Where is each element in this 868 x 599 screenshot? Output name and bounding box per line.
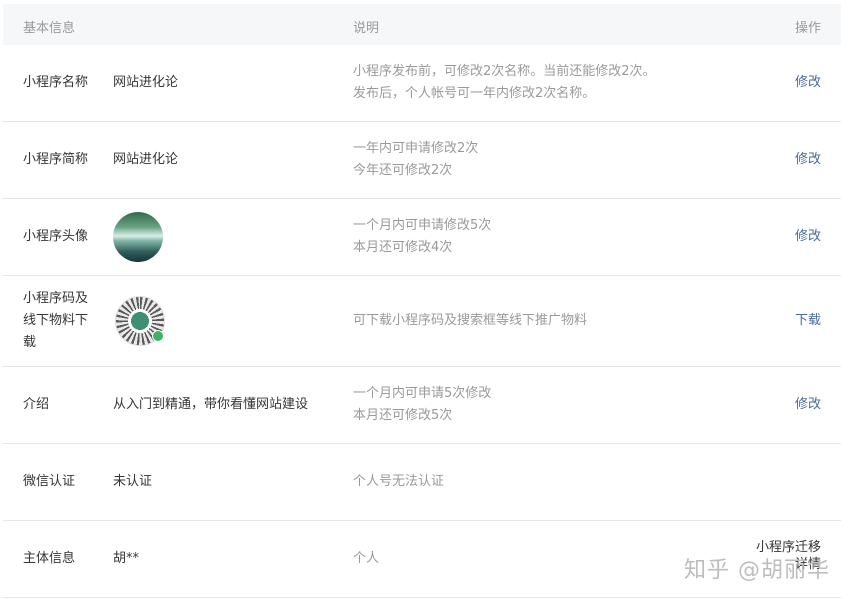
desc-line: 个人号无法认证: [353, 474, 445, 489]
row-label: 介绍: [23, 397, 50, 412]
desc-line: 本月还可修改5次: [353, 408, 453, 423]
row-value: 网站进化论: [113, 152, 179, 167]
row-value: 胡**: [113, 551, 140, 566]
row-miniprogram-code: 小程序码及 线下物料下 载 可下载小程序码及搜索框等线下推广物料 下载: [3, 276, 841, 367]
avatar-image: [113, 212, 163, 262]
desc-line: 一个月内可申请5次修改: [353, 386, 492, 401]
desc-line: 可下载小程序码及搜索框等线下推广物料: [353, 313, 588, 328]
desc-line: 一年内可申请修改2次: [353, 141, 479, 156]
download-link[interactable]: 下载: [795, 310, 821, 332]
desc-line: 一个月内可申请修改5次: [353, 218, 492, 233]
desc-line: 本月还可修改4次: [353, 240, 453, 255]
miniprogram-code-image: [115, 296, 165, 346]
row-description: 可下载小程序码及搜索框等线下推广物料: [353, 310, 587, 332]
edit-short-name-link[interactable]: 修改: [795, 149, 821, 171]
desc-line: 个人: [353, 551, 380, 566]
row-description: 一个月内可申请5次修改 本月还可修改5次: [353, 383, 491, 427]
row-introduction: 介绍 从入门到精通，带你看懂网站建设 一个月内可申请5次修改 本月还可修改5次 …: [3, 367, 841, 444]
edit-avatar-link[interactable]: 修改: [795, 226, 821, 248]
label-line: 线下物料下: [23, 313, 89, 328]
edit-name-link[interactable]: 修改: [795, 72, 821, 94]
row-value: 从入门到精通，带你看懂网站建设: [113, 397, 309, 412]
header-description: 说明: [353, 21, 380, 36]
table-header: 基本信息 说明 操作: [3, 4, 841, 45]
row-label: 小程序码及 线下物料下 载: [23, 288, 88, 354]
row-miniprogram-avatar: 小程序头像 一个月内可申请修改5次 本月还可修改4次 修改: [3, 199, 841, 276]
row-miniprogram-short-name: 小程序简称 网站进化论 一年内可申请修改2次 今年还可修改2次 修改: [3, 122, 841, 199]
row-value: 网站进化论: [113, 75, 179, 90]
row-miniprogram-name: 小程序名称 网站进化论 小程序发布前，可修改2次名称。当前还能修改2次。 发布后…: [3, 45, 841, 122]
row-label: 小程序简称: [23, 152, 89, 167]
header-basic-info: 基本信息: [23, 21, 76, 36]
label-line: 载: [23, 335, 37, 350]
desc-line: 小程序发布前，可修改2次名称。当前还能修改2次。: [353, 64, 656, 79]
desc-line: 今年还可修改2次: [353, 163, 453, 178]
header-action: 操作: [794, 21, 821, 36]
zhihu-watermark: 知乎 @胡丽华: [684, 558, 830, 583]
row-description: 小程序发布前，可修改2次名称。当前还能修改2次。 发布后，个人帐号可一年内修改2…: [353, 61, 656, 105]
row-label: 小程序头像: [23, 229, 89, 244]
row-label: 主体信息: [23, 551, 76, 566]
label-line: 小程序码及: [23, 291, 89, 306]
row-description: 一个月内可申请修改5次 本月还可修改4次: [353, 215, 491, 259]
row-wechat-verification: 微信认证 未认证 个人号无法认证: [3, 444, 841, 521]
row-description: 个人: [353, 548, 379, 570]
row-description: 个人号无法认证: [353, 471, 444, 493]
verified-badge-icon: [152, 330, 164, 342]
row-description: 一年内可申请修改2次 今年还可修改2次: [353, 138, 478, 182]
row-label: 小程序名称: [23, 75, 89, 90]
row-label: 微信认证: [23, 474, 76, 489]
desc-line: 发布后，个人帐号可一年内修改2次名称。: [353, 86, 596, 101]
row-value: 未认证: [113, 474, 153, 489]
edit-intro-link[interactable]: 修改: [795, 394, 821, 416]
basic-info-table: 基本信息 说明 操作 小程序名称 网站进化论 小程序发布前，可修改2次名称。当前…: [3, 4, 841, 598]
